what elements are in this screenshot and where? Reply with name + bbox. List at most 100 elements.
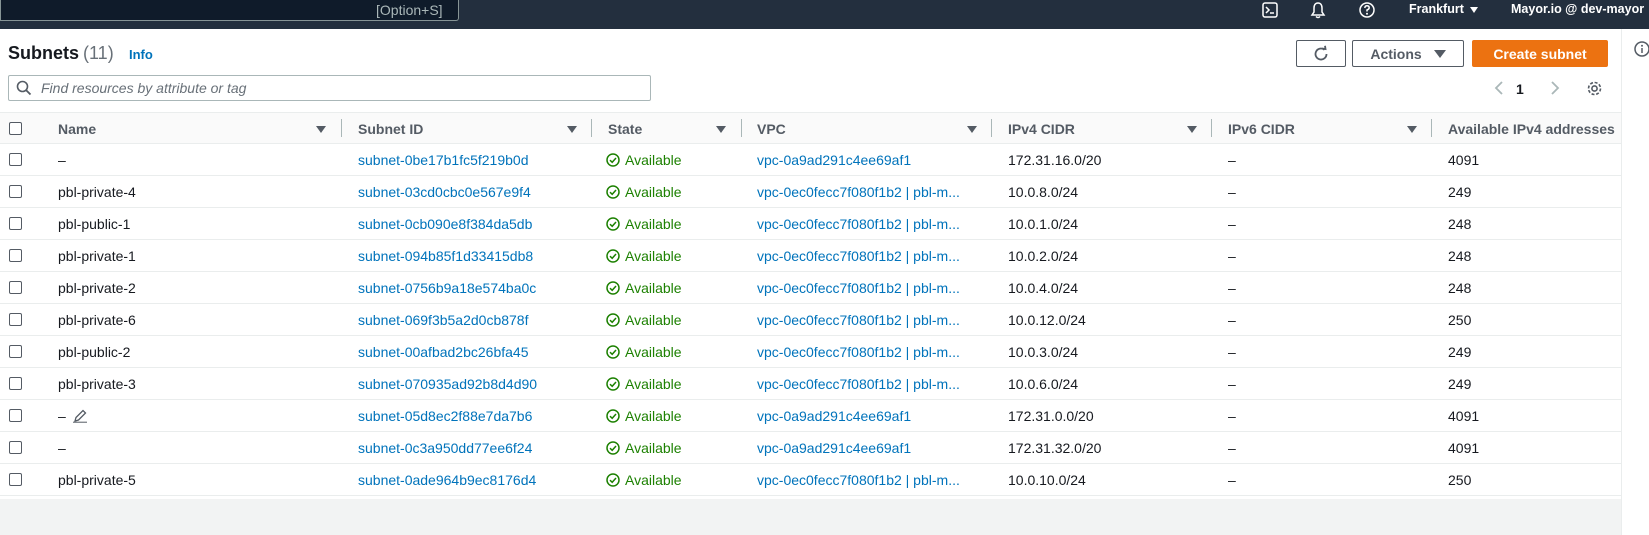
row-checkbox[interactable] — [9, 409, 22, 422]
cell-name: pbl-public-1 — [58, 216, 131, 232]
cell-available-ipv4: 248 — [1448, 248, 1472, 264]
cell-ipv6-cidr: – — [1228, 376, 1236, 392]
column-resizer[interactable] — [741, 119, 742, 137]
check-circle-icon — [606, 217, 620, 231]
check-circle-icon — [606, 377, 620, 391]
table-settings-button[interactable] — [1586, 80, 1603, 102]
cell-ipv6-cidr: – — [1228, 248, 1236, 264]
table-row[interactable]: pbl-private-4 subnet-03cd0cbc0e567e9f4 A… — [0, 176, 1621, 208]
column-header-ipv4-cidr[interactable]: IPv4 CIDR — [1008, 121, 1075, 137]
cell-subnet-id[interactable]: subnet-0756b9a18e574ba0c — [358, 280, 536, 296]
cell-available-ipv4: 249 — [1448, 376, 1472, 392]
select-all-checkbox[interactable] — [9, 122, 22, 135]
previous-page-button[interactable] — [1493, 80, 1505, 101]
filter-search-field[interactable] — [8, 75, 651, 101]
row-checkbox[interactable] — [9, 153, 22, 166]
next-page-button[interactable] — [1549, 80, 1561, 101]
refresh-button[interactable] — [1296, 40, 1346, 67]
row-checkbox[interactable] — [9, 281, 22, 294]
cell-vpc[interactable]: vpc-0a9ad291c4ee69af1 — [757, 152, 911, 168]
cell-ipv6-cidr: – — [1228, 280, 1236, 296]
row-checkbox[interactable] — [9, 345, 22, 358]
cell-vpc[interactable]: vpc-0ec0fecc7f080f1b2 | pbl-m... — [757, 280, 960, 296]
table-row[interactable]: pbl-private-3 subnet-070935ad92b8d4d90 A… — [0, 368, 1621, 400]
account-menu[interactable]: Mayor.io @ dev-mayor — [1511, 2, 1649, 16]
cell-subnet-id[interactable]: subnet-0ade964b9ec8176d4 — [358, 472, 536, 488]
row-checkbox[interactable] — [9, 217, 22, 230]
cell-vpc[interactable]: vpc-0ec0fecc7f080f1b2 | pbl-m... — [757, 216, 960, 232]
cell-available-ipv4: 4091 — [1448, 440, 1480, 456]
cell-state: Available — [606, 312, 682, 328]
cell-subnet-id[interactable]: subnet-070935ad92b8d4d90 — [358, 376, 537, 392]
cell-subnet-id[interactable]: subnet-05d8ec2f88e7da7b6 — [358, 408, 532, 424]
row-checkbox[interactable] — [9, 377, 22, 390]
row-checkbox[interactable] — [9, 473, 22, 486]
column-resizer[interactable] — [341, 119, 342, 137]
table-row[interactable]: pbl-private-6 subnet-069f3b5a2d0cb878f A… — [0, 304, 1621, 336]
column-resizer[interactable] — [991, 119, 992, 137]
info-link[interactable]: Info — [129, 47, 153, 62]
table-row[interactable]: pbl-public-1 subnet-0cb090e8f384da5db Av… — [0, 208, 1621, 240]
row-checkbox[interactable] — [9, 185, 22, 198]
cell-vpc[interactable]: vpc-0ec0fecc7f080f1b2 | pbl-m... — [757, 312, 960, 328]
table-row[interactable]: pbl-private-5 subnet-0ade964b9ec8176d4 A… — [0, 464, 1621, 496]
cell-available-ipv4: 248 — [1448, 280, 1472, 296]
sort-caret-icon[interactable] — [1187, 126, 1197, 133]
cell-subnet-id[interactable]: subnet-094b85f1d33415db8 — [358, 248, 533, 264]
sort-caret-icon[interactable] — [1407, 126, 1417, 133]
column-header-subnet-id[interactable]: Subnet ID — [358, 121, 423, 137]
sort-caret-icon[interactable] — [567, 126, 577, 133]
table-row[interactable]: – subnet-0c3a950dd77ee6f24 Available vpc… — [0, 432, 1621, 464]
table-row[interactable]: pbl-private-1 subnet-094b85f1d33415db8 A… — [0, 240, 1621, 272]
row-checkbox[interactable] — [9, 313, 22, 326]
column-header-vpc[interactable]: VPC — [757, 121, 786, 137]
column-header-name[interactable]: Name — [58, 121, 96, 137]
cell-vpc[interactable]: vpc-0a9ad291c4ee69af1 — [757, 408, 911, 424]
region-selector[interactable]: Frankfurt — [1409, 2, 1478, 16]
cell-subnet-id[interactable]: subnet-03cd0cbc0e567e9f4 — [358, 184, 531, 200]
pencil-icon[interactable] — [72, 409, 88, 426]
cell-subnet-id[interactable]: subnet-0cb090e8f384da5db — [358, 216, 532, 232]
cell-vpc[interactable]: vpc-0ec0fecc7f080f1b2 | pbl-m... — [757, 184, 960, 200]
cell-vpc[interactable]: vpc-0ec0fecc7f080f1b2 | pbl-m... — [757, 376, 960, 392]
terminal-icon[interactable] — [1258, 0, 1282, 20]
filter-search-input[interactable] — [41, 79, 631, 97]
subnet-count: (11) — [83, 43, 114, 63]
sort-caret-icon[interactable] — [316, 126, 326, 133]
cell-name-text: – — [58, 408, 66, 424]
column-resizer[interactable] — [1431, 119, 1432, 137]
column-header-available-ipv4[interactable]: Available IPv4 addresses — [1448, 121, 1615, 137]
cell-ipv4-cidr: 10.0.10.0/24 — [1008, 472, 1086, 488]
cell-vpc[interactable]: vpc-0ec0fecc7f080f1b2 | pbl-m... — [757, 472, 960, 488]
sort-caret-icon[interactable] — [716, 126, 726, 133]
table-row[interactable]: pbl-private-2 subnet-0756b9a18e574ba0c A… — [0, 272, 1621, 304]
column-header-state[interactable]: State — [608, 121, 642, 137]
row-checkbox[interactable] — [9, 441, 22, 454]
cell-vpc[interactable]: vpc-0a9ad291c4ee69af1 — [757, 440, 911, 456]
actions-button[interactable]: Actions — [1352, 40, 1464, 67]
column-header-ipv6-cidr[interactable]: IPv6 CIDR — [1228, 121, 1295, 137]
page-title-text: Subnets — [8, 43, 80, 63]
help-icon[interactable] — [1355, 0, 1379, 20]
row-checkbox[interactable] — [9, 249, 22, 262]
column-resizer[interactable] — [591, 119, 592, 137]
sort-caret-icon[interactable] — [967, 126, 977, 133]
search-shortcut-hint: [Option+S] — [376, 2, 443, 18]
cell-ipv4-cidr: 10.0.6.0/24 — [1008, 376, 1079, 392]
table-row[interactable]: – subnet-05d8ec2f88e7da7b6 Available vpc… — [0, 400, 1621, 432]
table-row[interactable]: – subnet-0be17b1fc5f219b0d Available vpc… — [0, 144, 1621, 176]
cell-subnet-id[interactable]: subnet-0be17b1fc5f219b0d — [358, 152, 528, 168]
cell-subnet-id[interactable]: subnet-00afbad2bc26bfa45 — [358, 344, 528, 360]
cell-subnet-id[interactable]: subnet-0c3a950dd77ee6f24 — [358, 440, 532, 456]
column-resizer[interactable] — [1211, 119, 1212, 137]
cell-subnet-id[interactable]: subnet-069f3b5a2d0cb878f — [358, 312, 528, 328]
info-panel-icon[interactable] — [1634, 41, 1649, 62]
cell-vpc[interactable]: vpc-0ec0fecc7f080f1b2 | pbl-m... — [757, 344, 960, 360]
create-subnet-button[interactable]: Create subnet — [1472, 40, 1608, 67]
cell-available-ipv4: 4091 — [1448, 152, 1480, 168]
table-row[interactable]: pbl-public-2 subnet-00afbad2bc26bfa45 Av… — [0, 336, 1621, 368]
bell-icon[interactable] — [1306, 0, 1330, 20]
chevron-right-icon — [1551, 81, 1560, 95]
current-page-number[interactable]: 1 — [1516, 81, 1524, 97]
cell-vpc[interactable]: vpc-0ec0fecc7f080f1b2 | pbl-m... — [757, 248, 960, 264]
